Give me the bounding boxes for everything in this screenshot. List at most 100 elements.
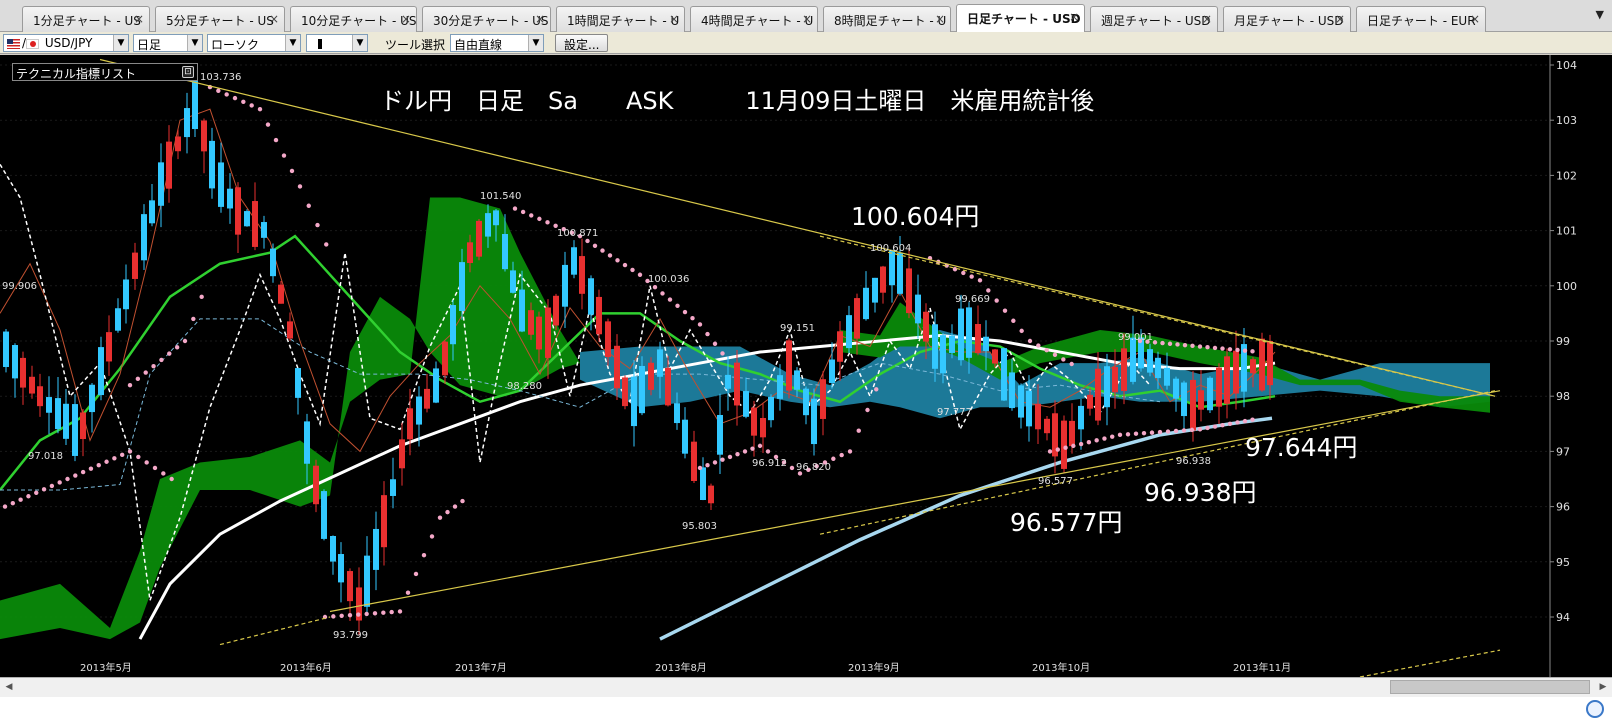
chevron-down-icon[interactable]: ▼ <box>187 35 202 51</box>
sar-dot <box>445 509 450 515</box>
sar-dot <box>112 456 117 461</box>
tab-9[interactable]: 週足チャート - USD × <box>1090 6 1218 32</box>
horizontal-scrollbar[interactable]: ◀ ▶ <box>0 677 1612 697</box>
tab-label: 1時間足チャート - U <box>567 14 680 28</box>
chart-type-select[interactable]: ローソク ▼ <box>207 34 301 52</box>
sar-dot <box>705 331 710 337</box>
sar-dot <box>306 203 311 208</box>
tab-11[interactable]: 日足チャート - EUR × <box>1356 6 1486 32</box>
chart-type-value: ローソク <box>211 38 260 52</box>
candle-style-icon <box>318 38 322 49</box>
close-icon[interactable]: × <box>401 12 411 26</box>
candle-body <box>923 311 929 342</box>
sar-dot <box>232 95 238 101</box>
candle-body <box>3 331 9 368</box>
candle-body <box>201 120 207 152</box>
sar-dot <box>364 611 369 617</box>
sar-dot <box>1011 318 1016 323</box>
close-icon[interactable]: × <box>802 12 812 26</box>
close-icon[interactable]: × <box>669 12 679 26</box>
settings-button[interactable]: 設定... <box>555 34 609 52</box>
candle-body <box>364 555 370 607</box>
candle-body <box>1164 367 1170 386</box>
chevron-down-icon[interactable]: ▼ <box>113 35 128 51</box>
sar-dot <box>1052 352 1058 357</box>
price-axis: 104 103 102 101 100 99 98 97 96 95 94 <box>1549 55 1577 677</box>
indicator-settings-icon[interactable]: ⊡ <box>182 66 194 78</box>
tab-10[interactable]: 月足チャート - USD × <box>1223 6 1351 32</box>
price-label: 99.001 <box>1118 332 1153 343</box>
close-icon[interactable]: × <box>535 12 545 26</box>
sar-dot <box>994 298 999 303</box>
price-label: 100.871 <box>557 228 598 239</box>
close-icon[interactable]: × <box>935 12 945 26</box>
sar-dot <box>452 504 458 509</box>
symbol-select[interactable]: / USD/JPY ▼ <box>3 34 129 52</box>
candle-body <box>777 375 783 399</box>
candle-body <box>553 295 559 326</box>
candle-body <box>347 571 353 602</box>
candle-body <box>1181 382 1187 417</box>
close-icon[interactable]: × <box>1069 10 1079 24</box>
y-tick-label: 102 <box>1556 169 1577 182</box>
scroll-right-icon[interactable]: ▶ <box>1596 680 1610 694</box>
close-icon[interactable]: × <box>134 12 144 26</box>
tab-8[interactable]: 日足チャート - USD × <box>956 4 1085 32</box>
candle-body <box>1121 348 1127 392</box>
sar-dot <box>637 272 643 277</box>
candle-body <box>648 362 654 390</box>
sar-dot <box>152 465 158 471</box>
candle-body <box>897 252 903 294</box>
close-icon[interactable]: × <box>1202 12 1212 26</box>
chevron-down-icon[interactable]: ▼ <box>352 35 367 51</box>
tab-4[interactable]: 30分足チャート - US × <box>422 6 551 32</box>
price-chart[interactable]: 104 103 102 101 100 99 98 97 96 95 94 2013年5月 2013年… <box>0 55 1612 677</box>
sar-dot <box>675 303 680 309</box>
candle-body <box>1078 405 1084 430</box>
tab-6[interactable]: 4時間足チャート - U × <box>690 6 818 32</box>
candle-body <box>734 362 740 406</box>
timeframe-select[interactable]: 日足 ▼ <box>133 34 203 52</box>
candle-body <box>1061 420 1067 469</box>
sar-dot <box>1044 348 1049 353</box>
tab-1[interactable]: 1分足チャート - US × <box>22 6 150 32</box>
candle-body <box>209 140 215 189</box>
chart-canvas[interactable]: 104103102101100999897969594 2013年5月 2013年… <box>0 55 1612 677</box>
technical-indicator-list[interactable]: テクニカル指標リスト ⊡ <box>12 63 198 81</box>
trend-line <box>329 390 1501 613</box>
sar-dot <box>127 449 133 454</box>
zoom-icon[interactable] <box>1586 700 1604 718</box>
candle-style-select[interactable]: ▼ <box>306 34 368 52</box>
close-icon[interactable]: × <box>1335 12 1345 26</box>
y-tick-label: 99 <box>1556 335 1570 348</box>
y-tick-label: 94 <box>1556 611 1570 624</box>
scrollbar-thumb[interactable] <box>1390 680 1590 694</box>
close-icon[interactable]: × <box>1470 12 1480 26</box>
tab-7[interactable]: 8時間足チャート - U × <box>823 6 951 32</box>
tool-select[interactable]: 自由直線 ▼ <box>450 34 544 52</box>
candle-body <box>416 396 422 425</box>
candle-body <box>1155 357 1161 379</box>
sar-dot <box>397 609 403 614</box>
candle-body <box>166 141 172 189</box>
tab-5[interactable]: 1時間足チャート - U × <box>556 6 685 32</box>
tab-2[interactable]: 5分足チャート - US × <box>155 6 285 32</box>
sar-dot <box>144 460 149 465</box>
sar-dot <box>119 452 125 458</box>
scroll-left-icon[interactable]: ◀ <box>2 680 16 694</box>
candle-body <box>37 386 43 407</box>
chevron-down-icon[interactable]: ▼ <box>528 35 543 51</box>
sar-dot <box>757 443 763 449</box>
candle-body <box>158 162 164 206</box>
tab-label: 月足チャート - USD <box>1234 14 1344 28</box>
sar-dot <box>372 611 378 616</box>
sar-dot <box>630 267 635 273</box>
close-icon[interactable]: × <box>269 12 279 26</box>
candle-body <box>424 388 430 409</box>
tab-scroll-down-icon[interactable]: ▼ <box>1596 8 1604 21</box>
sar-dot <box>1220 346 1225 351</box>
tab-3[interactable]: 10分足チャート - US × <box>290 6 417 32</box>
candle-body <box>725 374 731 389</box>
sar-dot <box>96 463 101 468</box>
chevron-down-icon[interactable]: ▼ <box>285 35 300 51</box>
